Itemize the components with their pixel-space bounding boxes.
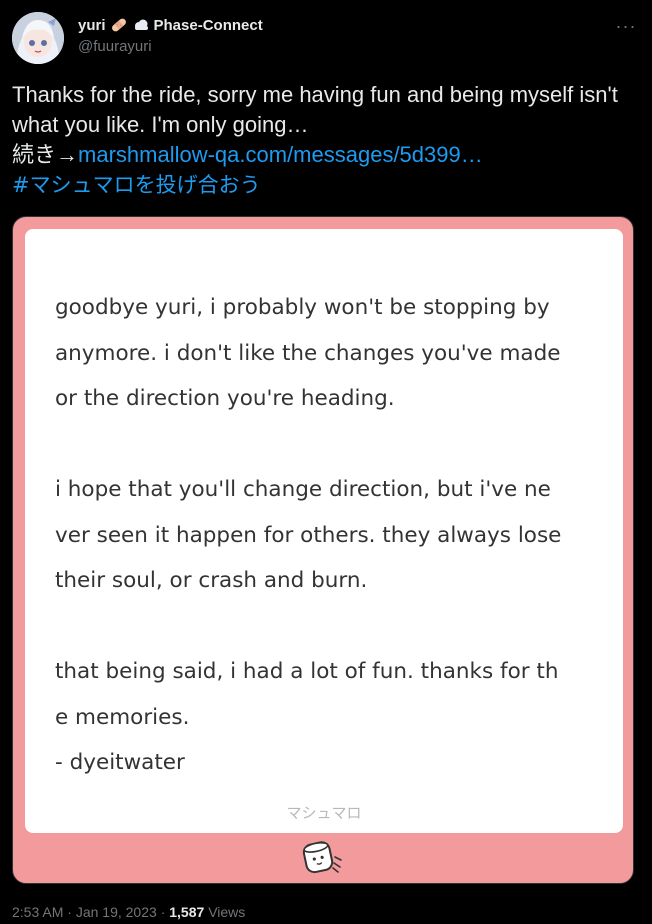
- cloud-icon: [132, 16, 150, 34]
- name-row[interactable]: yuri Phase-Connect: [78, 15, 263, 35]
- tweet-body: Thanks for the ride, sorry me having fun…: [12, 80, 632, 200]
- marshmallow-card[interactable]: goodbye yuri, i probably won't be stoppi…: [12, 216, 634, 884]
- marshmallow-link[interactable]: marshmallow-qa.com/messages/5d399…: [78, 142, 483, 167]
- message-text: goodbye yuri, i probably won't be stoppi…: [55, 295, 562, 775]
- tweet-date[interactable]: Jan 19, 2023: [76, 904, 157, 920]
- continuation-prefix: 続き→: [12, 142, 79, 167]
- affiliation-name[interactable]: Phase-Connect: [154, 17, 263, 34]
- display-name[interactable]: yuri: [78, 17, 106, 34]
- avatar[interactable]: [12, 12, 64, 64]
- user-handle[interactable]: @fuurayuri: [78, 38, 263, 55]
- tweet-text: Thanks for the ride, sorry me having fun…: [12, 82, 618, 137]
- meta-separator-2: ·: [160, 904, 166, 920]
- more-options-icon[interactable]: ···: [612, 12, 640, 40]
- marshmallow-icon: [299, 837, 345, 877]
- meta-separator: ·: [67, 904, 72, 920]
- tweet-meta: 2:53 AM · Jan 19, 2023 · 1,587 Views: [12, 904, 245, 920]
- views-count[interactable]: 1,587: [169, 904, 204, 920]
- views-label: Views: [208, 904, 246, 920]
- tweet-header: yuri Phase-Connect @fuurayuri ···: [12, 12, 640, 64]
- user-info: yuri Phase-Connect @fuurayuri: [78, 15, 263, 56]
- hashtag-link[interactable]: #マシュマロを投げ合おう: [12, 173, 261, 197]
- bandage-icon: [110, 16, 128, 34]
- tweet-time[interactable]: 2:53 AM: [12, 904, 63, 920]
- message-panel: goodbye yuri, i probably won't be stoppi…: [25, 229, 623, 833]
- marshmallow-brand-label: マシュマロ: [286, 804, 362, 822]
